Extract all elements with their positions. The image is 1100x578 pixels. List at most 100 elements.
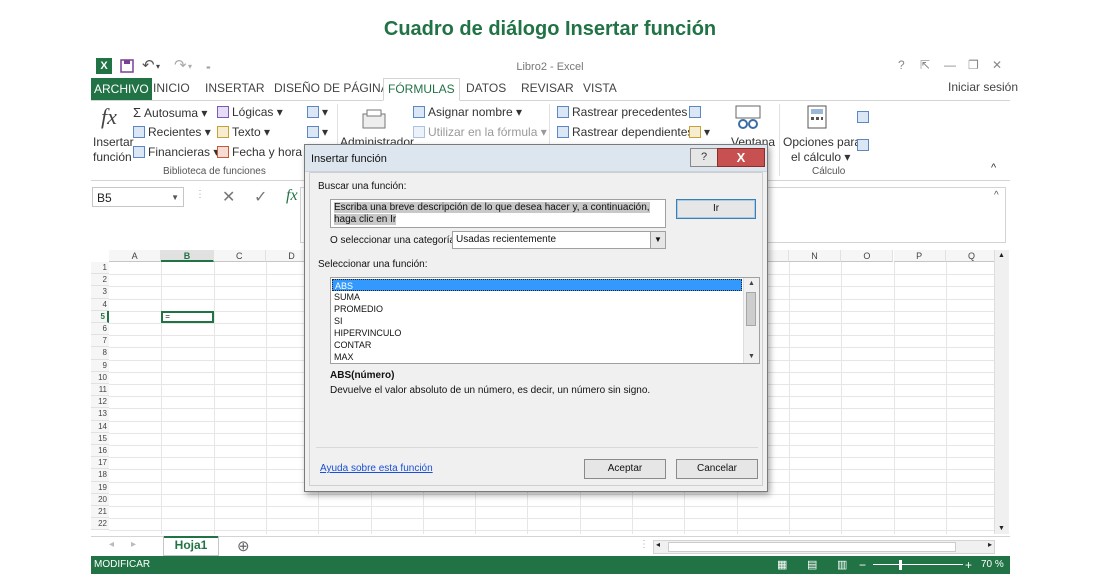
next-sheet-icon[interactable]: ▸ [131, 539, 136, 550]
tab-inicio[interactable]: INICIO [149, 78, 194, 98]
scroll-right-icon[interactable]: ▸ [988, 540, 992, 549]
opciones-calculo-label-1[interactable]: Opciones para [783, 135, 861, 149]
row-header-10[interactable]: 10 [91, 371, 109, 384]
show-formulas-icon[interactable] [689, 105, 704, 119]
prev-sheet-icon[interactable]: ◂ [109, 539, 114, 550]
ribbon-display-icon[interactable]: ⇱ [920, 58, 930, 72]
rastrear-dependientes-button[interactable]: Rastrear dependientes [557, 125, 693, 139]
row-header-9[interactable]: 9 [91, 359, 109, 372]
add-sheet-icon[interactable]: ⊕ [237, 537, 250, 555]
help-icon[interactable]: ? [898, 58, 905, 72]
scroll-down-icon[interactable]: ▼ [744, 351, 759, 363]
vertical-scrollbar[interactable]: ▲ ▼ [994, 250, 1009, 534]
row-header-17[interactable]: 17 [91, 457, 109, 470]
sheet-tab-hoja1[interactable]: Hoja1 [163, 536, 219, 556]
column-header-o[interactable]: O [841, 250, 894, 262]
scroll-up-icon[interactable]: ▲ [744, 278, 759, 290]
selected-cell-b5[interactable]: = [161, 310, 214, 323]
tab-vista[interactable]: VISTA [579, 78, 621, 98]
opciones-calculo-label-2[interactable]: el cálculo ▾ [791, 150, 850, 164]
tab-diseno-pagina[interactable]: DISEÑO DE PÁGINA [270, 78, 393, 98]
row-header-8[interactable]: 8 [91, 347, 109, 360]
zoom-in-icon[interactable]: + [965, 556, 972, 574]
go-button[interactable]: Ir [676, 199, 756, 219]
row-header-3[interactable]: 3 [91, 286, 109, 299]
row-header-18[interactable]: 18 [91, 469, 109, 482]
category-select[interactable]: Usadas recientemente ▼ [452, 231, 666, 249]
column-header-c[interactable]: C [213, 250, 266, 262]
row-header-14[interactable]: 14 [91, 420, 109, 433]
dialog-close-button[interactable]: X [717, 148, 765, 167]
chevron-down-icon[interactable]: ▼ [650, 232, 665, 248]
row-header-6[interactable]: 6 [91, 323, 109, 336]
row-header-2[interactable]: 2 [91, 274, 109, 287]
list-item[interactable]: HIPERVINCULO [332, 327, 742, 339]
insert-function-icon[interactable]: fx [101, 104, 117, 130]
row-header-19[interactable]: 19 [91, 481, 109, 494]
zoom-slider-thumb[interactable] [899, 560, 902, 570]
tab-datos[interactable]: DATOS [462, 78, 510, 98]
name-box[interactable]: B5 ▼ [92, 187, 184, 207]
watch-window-icon[interactable] [735, 105, 761, 134]
row-header-16[interactable]: 16 [91, 445, 109, 458]
fx-icon[interactable]: fx [286, 187, 298, 205]
calculate-sheet-icon[interactable] [857, 138, 872, 152]
tab-revisar[interactable]: REVISAR [517, 78, 578, 98]
sign-in-link[interactable]: Iniciar sesión [948, 80, 1018, 94]
scroll-thumb[interactable] [746, 292, 756, 326]
autosuma-button[interactable]: Σ Autosuma ▾ [133, 105, 207, 120]
scroll-left-icon[interactable]: ◂ [656, 540, 660, 549]
rastrear-precedentes-button[interactable]: Rastrear precedentes [557, 105, 687, 119]
lookup-button[interactable]: ▾ [307, 105, 328, 119]
collapse-ribbon-icon[interactable]: ^ [991, 162, 996, 174]
row-header-20[interactable]: 20 [91, 493, 109, 506]
column-header-p[interactable]: P [893, 250, 946, 262]
help-link[interactable]: Ayuda sobre esta función [320, 463, 433, 474]
dialog-title-bar[interactable]: Insertar función ? X [305, 145, 767, 172]
row-header-21[interactable]: 21 [91, 506, 109, 519]
column-header-a[interactable]: A [109, 250, 162, 262]
math-button[interactable]: ▾ [307, 125, 328, 139]
row-header-15[interactable]: 15 [91, 432, 109, 445]
horizontal-scrollbar[interactable]: ◂ ▸ [653, 540, 995, 554]
list-item[interactable]: PROMEDIO [332, 303, 742, 315]
row-header-13[interactable]: 13 [91, 408, 109, 421]
row-header-11[interactable]: 11 [91, 384, 109, 397]
texto-button[interactable]: Texto ▾ [217, 125, 270, 139]
cancel-button[interactable]: Cancelar [676, 459, 758, 479]
zoom-slider[interactable] [873, 564, 963, 565]
close-icon[interactable]: ✕ [992, 58, 1002, 72]
maximize-icon[interactable]: ❐ [968, 58, 979, 72]
normal-view-icon[interactable]: ▦ [777, 556, 787, 574]
scroll-down-icon[interactable]: ▼ [998, 525, 1005, 532]
zoom-out-icon[interactable]: − [859, 556, 866, 574]
list-item[interactable]: CONTAR [332, 339, 742, 351]
search-input[interactable]: Escriba una breve descripción de lo que … [330, 199, 666, 228]
zoom-level[interactable]: 70 % [981, 556, 1004, 574]
list-item[interactable]: ABS [332, 279, 742, 291]
minimize-icon[interactable]: — [944, 58, 956, 72]
page-break-icon[interactable]: ▥ [837, 556, 847, 574]
utilizar-formula-button[interactable]: Utilizar en la fórmula ▾ [413, 125, 547, 139]
recientes-button[interactable]: Recientes ▾ [133, 125, 211, 139]
scroll-up-icon[interactable]: ▲ [998, 252, 1005, 259]
list-scrollbar[interactable]: ▲ ▼ [743, 278, 759, 363]
calculate-now-icon[interactable] [857, 110, 872, 124]
list-item[interactable]: SI [332, 315, 742, 327]
page-layout-icon[interactable]: ▤ [807, 556, 817, 574]
logicas-button[interactable]: Lógicas ▾ [217, 105, 283, 119]
row-header-1[interactable]: 1 [91, 262, 109, 275]
row-header-12[interactable]: 12 [91, 396, 109, 409]
list-item[interactable]: MAX [332, 351, 742, 363]
tab-archivo[interactable]: ARCHIVO [91, 78, 152, 100]
insert-function-label-2[interactable]: función [93, 150, 132, 164]
row-header-22[interactable]: 22 [91, 518, 109, 531]
accept-button[interactable]: Aceptar [584, 459, 666, 479]
column-header-n[interactable]: N [788, 250, 842, 262]
calculator-icon[interactable] [807, 105, 827, 132]
tab-formulas[interactable]: FÓRMULAS [383, 78, 460, 101]
row-header-7[interactable]: 7 [91, 335, 109, 348]
column-header-b[interactable]: B [161, 250, 214, 262]
error-check-icon[interactable]: ▾ [689, 125, 710, 139]
asignar-nombre-button[interactable]: Asignar nombre ▾ [413, 105, 522, 119]
